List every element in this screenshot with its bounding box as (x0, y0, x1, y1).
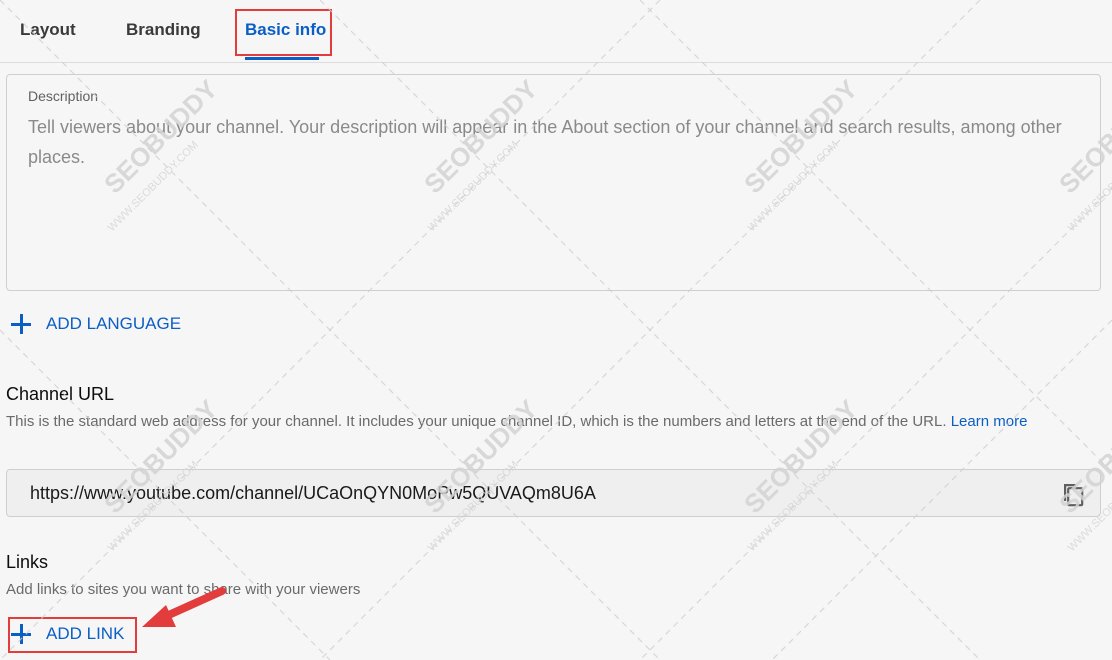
tab-bar: Layout Branding Basic info (0, 0, 1112, 63)
add-language-label: ADD LANGUAGE (46, 314, 182, 333)
plus-icon (10, 313, 32, 335)
links-help: Add links to sites you want to share wit… (6, 581, 361, 598)
add-link-button[interactable]: ADD LINK (10, 623, 124, 645)
active-tab-indicator (245, 57, 319, 60)
links-title: Links (6, 552, 49, 572)
channel-url-value[interactable]: https://www.youtube.com/channel/UCaOnQYN… (30, 483, 596, 504)
channel-url-help: This is the standard web address for you… (6, 409, 1076, 434)
description-field[interactable]: Description Tell viewers about your chan… (6, 74, 1101, 291)
tab-basic-info[interactable]: Basic info (245, 20, 326, 40)
channel-url-help-text: This is the standard web address for you… (6, 413, 951, 430)
tab-layout[interactable]: Layout (20, 20, 76, 40)
add-link-label: ADD LINK (46, 624, 125, 643)
add-language-button[interactable]: ADD LANGUAGE (10, 313, 181, 335)
copy-icon[interactable] (1060, 481, 1086, 507)
channel-url-title: Channel URL (6, 384, 115, 404)
tab-branding[interactable]: Branding (126, 20, 201, 40)
description-placeholder[interactable]: Tell viewers about your channel. Your de… (28, 112, 1078, 172)
learn-more-link[interactable]: Learn more (951, 413, 1028, 430)
description-label: Description (28, 88, 99, 104)
plus-icon (10, 623, 32, 645)
channel-url-field[interactable]: https://www.youtube.com/channel/UCaOnQYN… (6, 469, 1101, 517)
